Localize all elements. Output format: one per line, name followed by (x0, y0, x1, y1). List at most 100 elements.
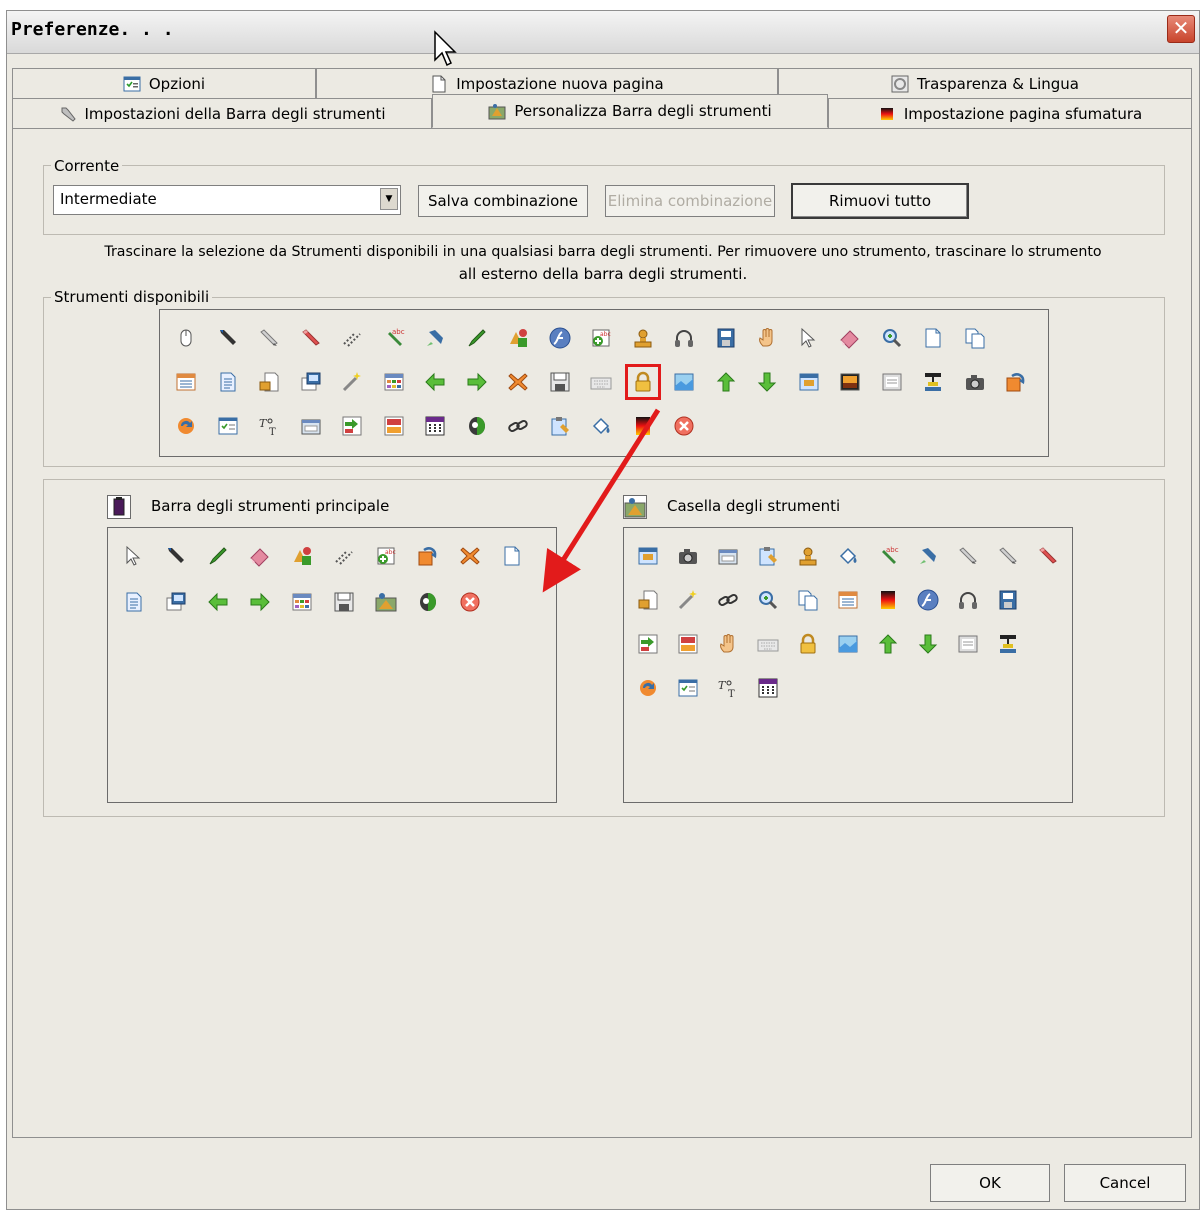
mouse-icon[interactable] (174, 326, 198, 350)
save-combination-button[interactable]: Salva combinazione (418, 185, 588, 217)
eraser-icon[interactable] (248, 544, 272, 568)
delete-x-icon[interactable] (506, 370, 530, 394)
stamp-icon[interactable] (631, 326, 655, 350)
pen-icon[interactable] (164, 544, 188, 568)
export-icon[interactable] (382, 414, 406, 438)
pencil-icon[interactable] (257, 326, 281, 350)
forward-arrow-icon[interactable] (465, 370, 489, 394)
checklist-icon[interactable] (216, 414, 240, 438)
import-icon[interactable] (340, 414, 364, 438)
keyboard-icon[interactable] (756, 632, 780, 656)
gradient-icon[interactable] (876, 588, 900, 612)
camera-icon[interactable] (676, 544, 700, 568)
save-icon[interactable] (332, 590, 356, 614)
import-icon[interactable] (636, 632, 660, 656)
new-page-icon[interactable] (921, 326, 945, 350)
close-circle-icon[interactable] (458, 590, 482, 614)
eraser-icon[interactable] (838, 326, 862, 350)
link-icon[interactable] (506, 414, 530, 438)
page-import-icon[interactable] (257, 370, 281, 394)
save-icon[interactable] (548, 370, 572, 394)
pencil-icon[interactable] (996, 544, 1020, 568)
checklist-icon[interactable] (676, 676, 700, 700)
toolbox-icon[interactable] (374, 590, 398, 614)
export-icon[interactable] (676, 632, 700, 656)
copy-page-icon[interactable] (963, 326, 987, 350)
paste-icon[interactable] (756, 544, 780, 568)
keyboard-icon[interactable] (589, 370, 613, 394)
magic-wand-icon[interactable] (340, 370, 364, 394)
network-icon[interactable] (996, 632, 1020, 656)
window-icon[interactable] (299, 414, 323, 438)
forward-arrow-icon[interactable] (248, 590, 272, 614)
line-icon[interactable] (340, 326, 364, 350)
grid-calendar-icon[interactable] (756, 676, 780, 700)
stamp-icon[interactable] (796, 544, 820, 568)
document-icon[interactable] (216, 370, 240, 394)
projector-icon[interactable] (797, 370, 821, 394)
table-icon[interactable] (290, 590, 314, 614)
marker-icon[interactable] (206, 544, 230, 568)
pointer-icon[interactable] (797, 326, 821, 350)
link-icon[interactable] (716, 588, 740, 612)
magic-wand-icon[interactable] (676, 588, 700, 612)
network-icon[interactable] (921, 370, 945, 394)
picture-icon[interactable] (672, 370, 696, 394)
toolbox-drop-area[interactable]: abc T T (623, 527, 1073, 803)
refresh-icon[interactable] (636, 676, 660, 700)
window-icon[interactable] (716, 544, 740, 568)
floppy-blue-icon[interactable] (996, 588, 1020, 612)
reveal-icon[interactable] (465, 414, 489, 438)
floppy-blue-icon[interactable] (714, 326, 738, 350)
gradient-icon[interactable] (631, 414, 655, 438)
shapes-icon[interactable] (506, 326, 530, 350)
text-icon[interactable]: TT (257, 414, 281, 438)
line-icon[interactable] (332, 544, 356, 568)
zoom-icon[interactable] (756, 588, 780, 612)
remove-all-button[interactable]: Rimuovi tutto (791, 183, 969, 219)
close-circle-icon[interactable] (672, 414, 696, 438)
close-button[interactable]: ✕ (1167, 15, 1195, 43)
fill-icon[interactable] (836, 544, 860, 568)
flash-icon[interactable] (548, 326, 572, 350)
delete-combination-button[interactable]: Elimina combinazione (605, 185, 775, 217)
chevron-down-icon[interactable]: ▼ (380, 188, 398, 210)
tab-personalizza-barra[interactable]: Personalizza Barra degli strumenti (432, 94, 828, 128)
paste-icon[interactable] (548, 414, 572, 438)
title-bar[interactable]: Preferenze. . . ✕ (7, 11, 1199, 54)
headphones-icon[interactable] (956, 588, 980, 612)
eraser-pencil-icon[interactable] (299, 326, 323, 350)
undo-icon[interactable] (416, 544, 440, 568)
headphones-icon[interactable] (672, 326, 696, 350)
back-arrow-icon[interactable] (206, 590, 230, 614)
back-arrow-icon[interactable] (423, 370, 447, 394)
down-arrow-icon[interactable] (755, 370, 779, 394)
grid-calendar-icon[interactable] (423, 414, 447, 438)
flash-icon[interactable] (916, 588, 940, 612)
tab-trasparenza-lingua[interactable]: Trasparenza & Lingua (778, 68, 1192, 98)
zoom-icon[interactable] (880, 326, 904, 350)
camera-icon[interactable] (963, 370, 987, 394)
screen-capture-icon[interactable] (299, 370, 323, 394)
pencil-icon[interactable] (956, 544, 980, 568)
tab-opzioni[interactable]: Opzioni (12, 68, 316, 98)
calendar-icon[interactable] (174, 370, 198, 394)
shapes-icon[interactable] (290, 544, 314, 568)
screen-capture-icon[interactable] (164, 590, 188, 614)
hand-icon[interactable] (716, 632, 740, 656)
picture-icon[interactable] (836, 632, 860, 656)
pen-icon[interactable] (216, 326, 240, 350)
document-icon[interactable] (122, 590, 146, 614)
spell-add-icon[interactable]: abc (374, 544, 398, 568)
up-arrow-icon[interactable] (876, 632, 900, 656)
cancel-button[interactable]: Cancel (1064, 1164, 1186, 1202)
table-icon[interactable] (382, 370, 406, 394)
ok-button[interactable]: OK (930, 1164, 1050, 1202)
delete-x-icon[interactable] (458, 544, 482, 568)
undo-icon[interactable] (1004, 370, 1028, 394)
pointer-icon[interactable] (122, 544, 146, 568)
refresh-icon[interactable] (174, 414, 198, 438)
eraser-pencil-icon[interactable] (1036, 544, 1060, 568)
hand-icon[interactable] (755, 326, 779, 350)
down-arrow-icon[interactable] (916, 632, 940, 656)
